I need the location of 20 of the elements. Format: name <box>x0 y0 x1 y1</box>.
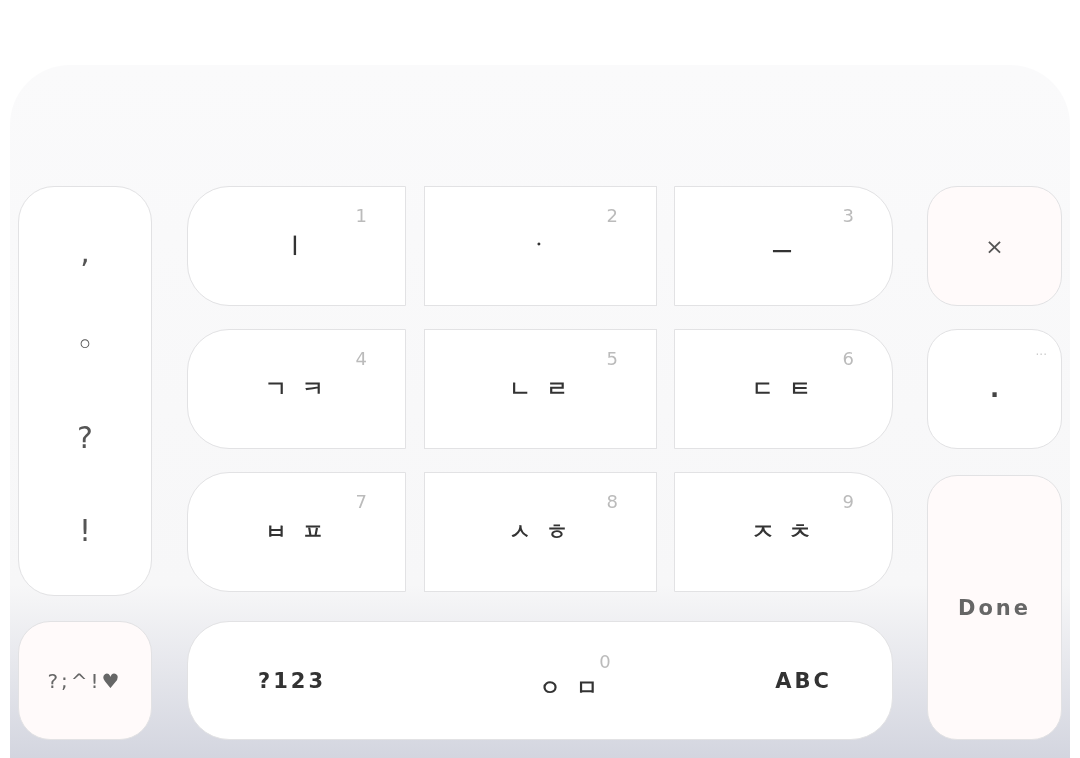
period-key[interactable]: ··· . <box>927 329 1062 449</box>
punctuation-key[interactable]: ? <box>60 420 110 455</box>
numbers-mode-key[interactable]: ?123 <box>258 668 327 693</box>
punctuation-key[interactable]: ! <box>60 513 110 548</box>
letter-key[interactable]: 2 ㆍ <box>424 186 657 306</box>
done-key[interactable]: Done <box>927 475 1062 740</box>
letter-key[interactable]: 3 ㅡ <box>674 186 893 306</box>
letter-key[interactable]: 1 ㅣ <box>187 186 406 306</box>
letter-key[interactable]: 0 ㅇ ㅁ <box>510 630 631 731</box>
letter-key[interactable]: 9 ㅈ ㅊ <box>674 472 893 592</box>
letter-key[interactable]: 5 ㄴ ㄹ <box>424 329 657 449</box>
delete-key[interactable]: × <box>927 186 1062 306</box>
letter-key[interactable]: 7 ㅂ ㅍ <box>187 472 406 592</box>
letters-mode-key[interactable]: ABC <box>775 668 832 693</box>
punctuation-key[interactable]: , <box>60 234 110 269</box>
letter-key[interactable]: 4 ㄱ ㅋ <box>187 329 406 449</box>
symbols-key[interactable]: ?;^!♥ <box>18 621 152 740</box>
letter-key[interactable]: 8 ㅅ ㅎ <box>424 472 657 592</box>
punctuation-key[interactable]: ◦ <box>60 327 110 362</box>
letter-key[interactable]: 6 ㄷ ㅌ <box>674 329 893 449</box>
